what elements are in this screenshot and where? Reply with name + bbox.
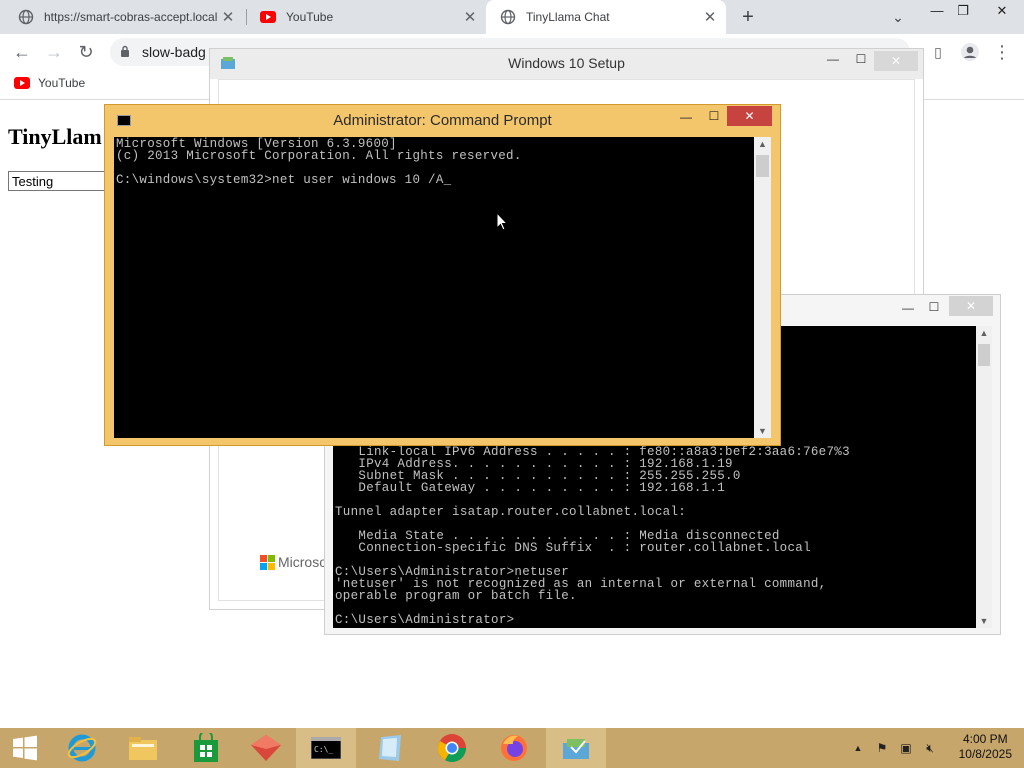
scroll-thumb[interactable] <box>978 344 990 366</box>
maximize-icon[interactable]: ☐ <box>703 106 725 126</box>
side-panel-icon[interactable]: ▯ <box>926 40 950 64</box>
setup-title: Windows 10 Setup <box>508 55 625 71</box>
youtube-icon <box>14 77 30 89</box>
profile-icon[interactable] <box>958 40 982 64</box>
tab-youtube[interactable]: YouTube ✕ <box>246 0 486 34</box>
show-hidden-icons-icon[interactable]: ▲ <box>850 741 866 755</box>
app-icon[interactable] <box>236 728 296 768</box>
minimize-icon[interactable]: — <box>675 107 697 127</box>
close-icon[interactable]: ✕ <box>874 51 918 71</box>
notepad-icon[interactable] <box>360 728 420 768</box>
chrome-icon[interactable] <box>422 728 482 768</box>
minimize-icon[interactable]: — <box>822 49 844 69</box>
setup-titlebar[interactable]: Windows 10 Setup — ☐ ✕ <box>210 49 923 79</box>
microsoft-logo-icon <box>260 555 275 570</box>
scroll-up-icon[interactable]: ▲ <box>976 326 992 340</box>
tab-title: TinyLlama Chat <box>526 10 610 24</box>
scrollbar[interactable]: ▲ ▼ <box>976 326 992 628</box>
command-prompt-icon[interactable]: C:\_ <box>296 728 356 768</box>
url-text: slow-badg <box>142 44 206 60</box>
close-icon[interactable]: ✕ <box>949 296 993 316</box>
back-arrow-icon[interactable]: ← <box>10 40 34 64</box>
terminal-line: Default Gateway . . . . . . . . . : 192.… <box>335 481 726 495</box>
microsoft-logo-text: Microsof <box>278 554 331 570</box>
network-icon[interactable]: ▣ <box>898 741 914 755</box>
terminal-output[interactable]: Microsoft Windows [Version 6.3.9600] (c)… <box>114 137 754 438</box>
close-tab-icon[interactable]: ✕ <box>218 8 238 26</box>
action-center-flag-icon[interactable]: ⚑ <box>874 741 890 755</box>
store-icon[interactable] <box>176 728 236 768</box>
reload-icon[interactable]: ↻ <box>74 40 98 64</box>
firefox-icon[interactable] <box>484 728 544 768</box>
tab-tinyllama-chat[interactable]: TinyLlama Chat ✕ <box>486 0 726 34</box>
clock[interactable]: 4:00 PM 10/8/2025 <box>959 732 1012 762</box>
minimize-icon[interactable]: — <box>897 298 919 318</box>
file-explorer-icon[interactable] <box>114 728 172 768</box>
terminal-line: C:\Users\Administrator> <box>335 613 515 627</box>
tab-title: YouTube <box>286 10 334 24</box>
maximize-icon[interactable]: ☐ <box>850 49 872 69</box>
terminal-line: Connection-specific DNS Suffix . : route… <box>335 541 811 555</box>
close-tab-icon[interactable]: ✕ <box>460 8 480 26</box>
bookmark-label: YouTube <box>38 76 86 90</box>
close-icon[interactable]: ✕ <box>727 106 772 126</box>
browser-tab-strip: https://smart-cobras-accept.local ✕ YouT… <box>0 0 1024 34</box>
microsoft-logo: Microsof <box>260 554 331 570</box>
globe-icon <box>18 9 34 25</box>
taskbar: C:\_ ▲ ⚑ ▣ 🔇︎ 4:00 PM 10/8/2025 <box>0 728 1024 768</box>
close-icon[interactable]: ✕ <box>984 0 1020 22</box>
page-title: TinyLlam <box>8 124 102 149</box>
forward-arrow-icon[interactable]: → <box>42 40 66 64</box>
windows-logo-icon <box>13 735 37 761</box>
svg-text:C:\_: C:\_ <box>314 745 333 754</box>
volume-muted-icon[interactable]: 🔇︎ <box>922 741 938 755</box>
tab-smart-cobras[interactable]: https://smart-cobras-accept.local ✕ <box>4 0 244 34</box>
terminal-line: (c) 2013 Microsoft Corporation. All righ… <box>116 149 522 163</box>
globe-icon <box>500 9 516 25</box>
clock-date: 10/8/2025 <box>958 747 1012 761</box>
menu-icon[interactable]: ⋮ <box>990 40 1014 64</box>
scroll-down-icon[interactable]: ▼ <box>976 614 992 628</box>
bookmark-youtube[interactable]: YouTube <box>14 76 85 90</box>
start-button[interactable] <box>0 728 50 768</box>
scroll-up-icon[interactable]: ▲ <box>754 137 771 151</box>
setup-icon[interactable] <box>546 728 606 768</box>
close-tab-icon[interactable]: ✕ <box>700 8 720 26</box>
desktop-screen: https://smart-cobras-accept.local ✕ YouT… <box>0 0 1024 768</box>
youtube-icon <box>260 9 276 25</box>
clock-time: 4:00 PM <box>962 732 1008 746</box>
new-tab-button[interactable]: + <box>736 4 760 30</box>
terminal-line: Tunnel adapter isatap.router.collabnet.l… <box>335 505 687 519</box>
tab-search-icon[interactable]: ⌄ <box>886 4 910 30</box>
maximize-icon[interactable]: ☐ <box>923 297 945 317</box>
scroll-down-icon[interactable]: ▼ <box>754 424 771 438</box>
command-prompt-window: Administrator: Command Prompt — ☐ ✕ Micr… <box>104 104 781 446</box>
scroll-thumb[interactable] <box>756 155 769 177</box>
lock-icon <box>121 45 129 57</box>
restore-icon[interactable]: ❐ <box>948 0 978 22</box>
terminal-line: C:\windows\system32>net user windows 10 … <box>116 173 452 187</box>
tab-title: https://smart-cobras-accept.local <box>44 10 218 24</box>
internet-explorer-icon[interactable] <box>52 728 112 768</box>
scrollbar[interactable]: ▲ ▼ <box>754 137 771 438</box>
terminal-line: operable program or batch file. <box>335 589 577 603</box>
mouse-cursor-icon <box>496 212 508 231</box>
